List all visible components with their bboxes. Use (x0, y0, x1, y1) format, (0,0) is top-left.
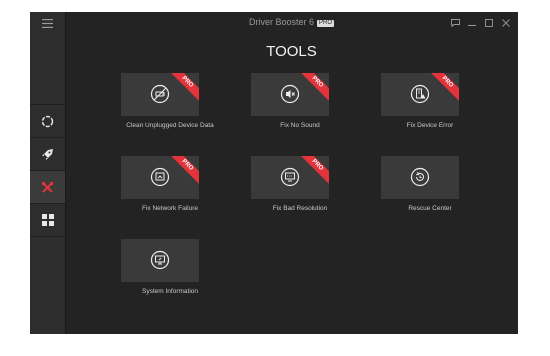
pro-ribbon: PRO (296, 73, 329, 103)
unplug-icon (150, 84, 170, 104)
minimize-button[interactable] (466, 17, 478, 29)
device-error-icon (410, 84, 430, 104)
restore-icon (410, 167, 430, 187)
pro-ribbon: PRO (296, 156, 329, 186)
sidebar-item-tools[interactable] (30, 171, 65, 204)
tool-label: Fix Bad Resolution (272, 205, 328, 212)
close-button[interactable] (500, 17, 512, 29)
mute-icon (280, 84, 300, 104)
maximize-icon (485, 19, 493, 27)
sidebar-item-action-center[interactable] (30, 204, 65, 237)
monitor-info-icon (150, 250, 170, 270)
app-title: Driver Booster 6 (248, 17, 314, 27)
feedback-button[interactable] (449, 17, 461, 29)
scan-icon (41, 115, 54, 127)
grid-icon (41, 214, 54, 226)
sidebar (30, 12, 66, 334)
tool-tile[interactable]: PRO (251, 156, 329, 199)
sidebar-item-scan[interactable] (30, 105, 65, 138)
tool-tile[interactable] (381, 156, 459, 199)
resolution-icon (280, 167, 300, 187)
tool-label: Fix Device Error (406, 122, 454, 129)
pro-ribbon: PRO (166, 156, 199, 186)
tool-tile[interactable]: PRO (251, 73, 329, 116)
app-window: Driver Booster 6 PRO TOOLS PRO Clean Unp… (30, 12, 518, 334)
sidebar-item-boost[interactable] (30, 138, 65, 171)
page-title: TOOLS (266, 43, 317, 60)
tool-label: Rescue Center (408, 205, 452, 212)
tools-icon (41, 181, 53, 193)
tool-tile[interactable]: PRO (121, 156, 199, 199)
menu-button[interactable] (30, 12, 65, 34)
tool-label: Fix No Sound (280, 122, 320, 129)
pro-ribbon: PRO (426, 73, 459, 103)
close-icon (502, 19, 510, 27)
title-bar: Driver Booster 6 PRO (65, 12, 518, 34)
tool-label: Fix Network Failure (142, 205, 198, 212)
network-icon (150, 167, 170, 187)
tool-tile[interactable]: PRO (381, 73, 459, 116)
minimize-icon (468, 25, 476, 26)
maximize-button[interactable] (483, 17, 495, 29)
pro-ribbon: PRO (166, 73, 199, 103)
hamburger-icon (42, 18, 53, 28)
rocket-icon (42, 148, 53, 160)
tool-tile[interactable] (121, 239, 199, 282)
tool-tile[interactable]: PRO (121, 73, 199, 116)
tool-label: Clean Unplugged Device Data (126, 122, 214, 129)
message-icon (450, 19, 460, 27)
pro-badge: PRO (317, 20, 335, 27)
tool-label: System Information (142, 288, 198, 295)
